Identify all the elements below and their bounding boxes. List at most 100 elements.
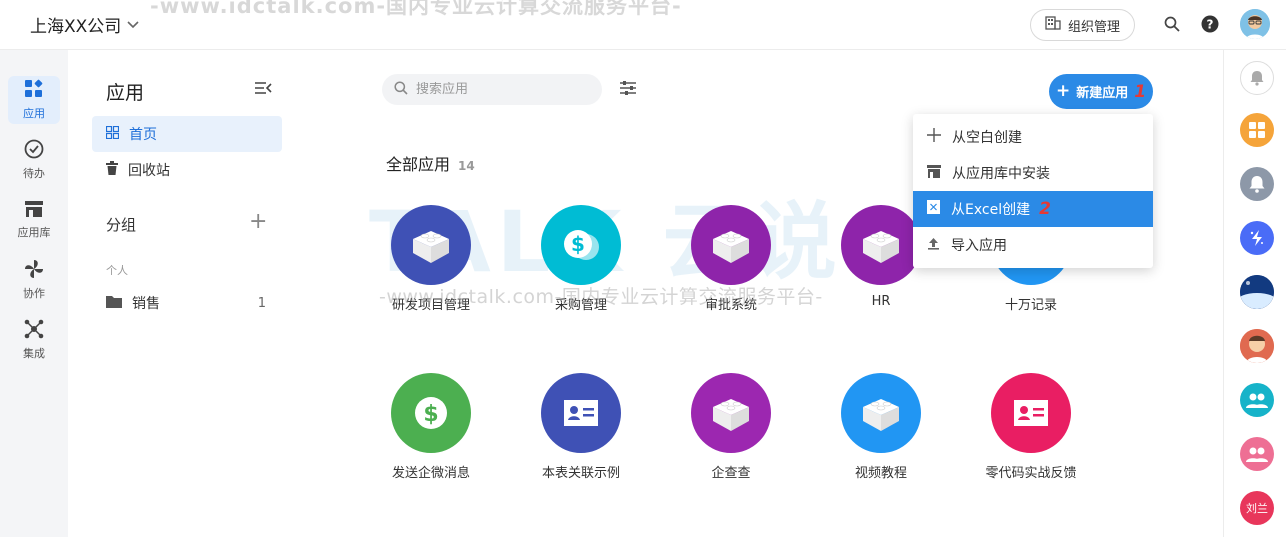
user-avatar[interactable] — [1240, 9, 1270, 39]
left-nav: 应用 待办 应用库 协作 集成 — [0, 50, 68, 537]
step-marker-1: 1 — [1134, 81, 1147, 102]
app-tile[interactable]: 审批系统 — [666, 205, 796, 313]
user-badge-avatar[interactable]: 刘兰 — [1240, 491, 1274, 525]
app-tile[interactable]: 研发项目管理 — [366, 205, 496, 313]
sidebar-item-home[interactable]: 首页 — [92, 116, 282, 152]
svg-text:$: $ — [423, 402, 438, 427]
app-label: 采购管理 — [554, 298, 607, 313]
group-item-count: 1 — [257, 295, 266, 311]
app-label: 企查查 — [711, 466, 751, 481]
nav-item-integration[interactable]: 集成 — [8, 316, 60, 364]
group-users-icon[interactable] — [1240, 437, 1274, 471]
search-box[interactable] — [382, 74, 602, 105]
bell-icon[interactable] — [1240, 167, 1274, 201]
nav-label: 协作 — [23, 287, 45, 300]
group-heading: 分组 — [106, 216, 137, 234]
store-icon — [927, 164, 941, 182]
chevron-down-icon — [127, 18, 139, 32]
dollar-icon: $ — [391, 373, 471, 453]
apps-sidebar: 应用 首页 回收站 分组 + 个人 销售 1 — [68, 50, 293, 537]
sidebar-item-label: 首页 — [129, 127, 157, 143]
app-label: HR — [871, 294, 891, 309]
search-icon[interactable] — [1161, 13, 1183, 35]
group-users-icon[interactable] — [1240, 383, 1274, 417]
sidebar-item-label: 回收站 — [128, 163, 170, 179]
sidebar-title: 应用 — [106, 82, 145, 104]
check-circle-icon — [24, 139, 44, 162]
import-icon — [927, 237, 940, 254]
menu-item-install-from-store[interactable]: 从应用库中安装 — [913, 155, 1153, 191]
app-tile[interactable]: 企查查 — [666, 373, 796, 481]
search-input[interactable] — [416, 82, 576, 97]
svg-text:$: $ — [571, 232, 585, 256]
nav-label: 应用库 — [17, 226, 51, 239]
company-switcher[interactable]: 上海XX公司 — [30, 12, 139, 37]
nav-label: 应用 — [23, 107, 45, 120]
help-icon[interactable]: ? — [1199, 13, 1221, 35]
block-icon — [841, 205, 921, 285]
building-icon — [1045, 16, 1061, 34]
app-label: 发送企微消息 — [391, 466, 470, 481]
app-tile[interactable]: 零代码实战反馈 — [966, 373, 1096, 481]
user-avatar[interactable] — [1240, 275, 1274, 309]
add-group-icon[interactable]: + — [249, 211, 267, 233]
app-tile[interactable]: $ 发送企微消息 — [366, 373, 496, 481]
user-avatar[interactable] — [1240, 329, 1274, 363]
pinwheel-icon — [24, 259, 44, 282]
nav-item-app-store[interactable]: 应用库 — [8, 196, 60, 244]
id-card-icon — [991, 373, 1071, 453]
menu-item-import-app[interactable]: 导入应用 — [913, 227, 1153, 263]
app-tile[interactable]: 本表关联示例 — [516, 373, 646, 481]
all-apps-heading: 全部应用 14 — [386, 151, 475, 175]
search-icon — [394, 80, 408, 99]
all-apps-count: 14 — [458, 159, 475, 173]
block-icon — [691, 205, 771, 285]
lightning-icon[interactable] — [1240, 221, 1274, 255]
nav-label: 集成 — [23, 347, 45, 360]
menu-item-label: 从空白创建 — [952, 130, 1022, 146]
group-item-sales[interactable]: 销售 1 — [106, 293, 266, 313]
menu-item-label: 导入应用 — [951, 238, 1007, 254]
app-label: 审批系统 — [704, 298, 757, 313]
store-icon — [24, 200, 44, 221]
watermark: -www.idctalk.com-国内专业云计算交流服务平台- — [150, 0, 682, 18]
nav-item-todo[interactable]: 待办 — [8, 136, 60, 184]
id-card-icon — [541, 373, 621, 453]
personal-section-label: 个人 — [106, 264, 128, 277]
menu-item-create-blank[interactable]: 从空白创建 — [913, 119, 1153, 155]
nav-label: 待办 — [23, 167, 45, 180]
integration-icon — [24, 319, 44, 342]
user-badge-label: 刘兰 — [1246, 502, 1268, 515]
plus-icon — [927, 128, 941, 146]
excel-icon — [927, 200, 940, 218]
block-icon — [691, 373, 771, 453]
menu-item-create-from-excel[interactable]: 从Excel创建 2 — [913, 191, 1153, 227]
block-icon — [841, 373, 921, 453]
org-management-button[interactable]: 组织管理 — [1030, 9, 1135, 41]
right-rail: 刘兰 — [1223, 50, 1286, 537]
block-icon — [391, 205, 471, 285]
plus-icon: + — [1055, 81, 1071, 101]
coins-icon: $ — [541, 205, 621, 285]
step-marker-2: 2 — [1039, 199, 1051, 219]
app-label: 十万记录 — [1004, 298, 1057, 313]
app-label: 研发项目管理 — [391, 298, 470, 313]
apps-grid-icon[interactable] — [1240, 113, 1274, 147]
collapse-sidebar-icon[interactable] — [254, 80, 272, 99]
filter-icon[interactable] — [619, 80, 637, 100]
app-tile[interactable]: $ 采购管理 — [516, 205, 646, 313]
folder-icon — [106, 295, 122, 312]
company-name: 上海XX公司 — [30, 17, 122, 37]
app-tile[interactable]: 视频教程 — [816, 373, 946, 481]
new-app-dropdown: 从空白创建 从应用库中安装 从Excel创建 2 导入应用 — [913, 114, 1153, 268]
all-apps-label: 全部应用 — [386, 155, 451, 174]
grid-icon — [105, 125, 120, 143]
new-app-button[interactable]: + 新建应用 1 — [1049, 74, 1153, 109]
menu-item-label: 从应用库中安装 — [952, 166, 1050, 182]
notification-bell-icon[interactable] — [1240, 61, 1274, 95]
sidebar-item-recycle-bin[interactable]: 回收站 — [92, 152, 282, 188]
nav-item-collab[interactable]: 协作 — [8, 256, 60, 304]
nav-item-apps[interactable]: 应用 — [8, 76, 60, 124]
group-item-label: 销售 — [132, 296, 160, 312]
org-management-label: 组织管理 — [1067, 19, 1120, 35]
